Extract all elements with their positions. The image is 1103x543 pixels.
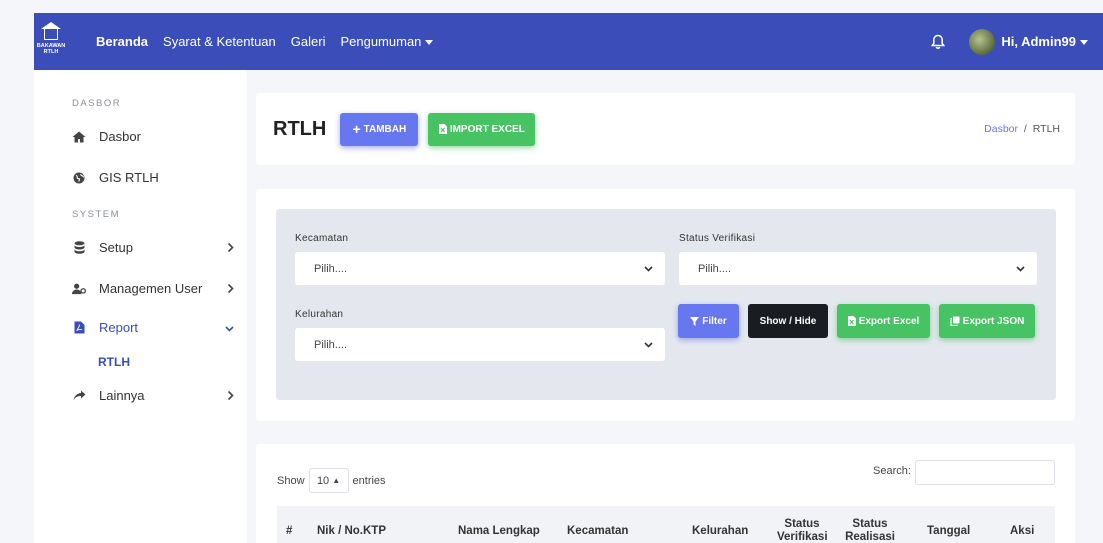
entries-length-value: 10 bbox=[316, 474, 330, 487]
column-header-tanggal[interactable]: Tanggal bbox=[927, 525, 970, 538]
brand-line2: RTLH bbox=[43, 48, 59, 55]
chevron-down-icon bbox=[225, 320, 234, 335]
kecamatan-label: Kecamatan bbox=[295, 233, 349, 244]
bell-icon[interactable] bbox=[931, 34, 946, 50]
kelurahan-select-value: Pilih.... bbox=[314, 338, 348, 351]
brand-logo[interactable]: BAKAWAN RTLH bbox=[34, 13, 68, 70]
entries-label: entries bbox=[352, 474, 386, 487]
user-menu[interactable]: Hi, Admin99 bbox=[1001, 34, 1088, 49]
top-navbar: BAKAWAN RTLH Beranda Syarat & Ketentuan … bbox=[34, 13, 1103, 70]
sidebar-item-managemen-user[interactable]: Managemen User bbox=[72, 281, 247, 296]
search-input[interactable] bbox=[915, 460, 1055, 485]
sidebar-section-dasbor: DASBOR bbox=[72, 98, 122, 109]
kelurahan-label: Kelurahan bbox=[295, 309, 344, 320]
tambah-button-label: TAMBAH bbox=[363, 123, 407, 135]
table-header: # Nik / No.KTP Nama Lengkap Kecamatan Ke… bbox=[277, 506, 1055, 543]
share-icon bbox=[72, 389, 86, 403]
filter-button[interactable]: Filter bbox=[678, 304, 739, 338]
nav-pengumuman-label: Pengumuman bbox=[340, 34, 422, 49]
nav-right: Hi, Admin99 bbox=[931, 28, 1103, 55]
filter-button-label: Filter bbox=[702, 315, 727, 327]
plus-icon: + bbox=[352, 121, 361, 137]
home-icon bbox=[72, 130, 86, 144]
sidebar-item-dasbor[interactable]: Dasbor bbox=[72, 129, 247, 144]
show-hide-button[interactable]: Show / Hide bbox=[748, 304, 828, 338]
show-hide-label: Show / Hide bbox=[759, 315, 817, 327]
sidebar: DASBOR Dasbor GIS RTLH SYSTEM Setup Mana… bbox=[34, 70, 247, 543]
breadcrumb-current: RTLH bbox=[1032, 123, 1060, 135]
globe-icon bbox=[72, 171, 86, 185]
database-icon bbox=[72, 241, 86, 255]
entries-length-select[interactable]: 10 ▲︎ bbox=[308, 468, 349, 493]
export-json-button[interactable]: Export JSON bbox=[939, 304, 1035, 338]
filter-panel: Kecamatan Pilih.... Status Verifikasi Pi… bbox=[276, 209, 1056, 400]
column-header-kecamatan[interactable]: Kecamatan bbox=[567, 525, 628, 538]
sidebar-item-gis-label: GIS RTLH bbox=[99, 170, 159, 185]
sidebar-item-lainnya-label: Lainnya bbox=[99, 388, 145, 403]
breadcrumb-separator: / bbox=[1023, 123, 1027, 135]
column-header-status-verifikasi[interactable]: Status Verifikasi bbox=[777, 518, 828, 543]
sort-updown-icon: ▲︎ bbox=[332, 476, 341, 485]
kecamatan-select[interactable]: Pilih.... bbox=[295, 252, 665, 285]
column-header-kelurahan[interactable]: Kelurahan bbox=[692, 525, 748, 538]
status-verifikasi-select[interactable]: Pilih.... bbox=[679, 252, 1037, 285]
user-name: Hi, Admin99 bbox=[1001, 34, 1076, 49]
nav-syarat-ketentuan[interactable]: Syarat & Ketentuan bbox=[163, 34, 276, 49]
chevron-right-icon bbox=[227, 240, 234, 255]
chevron-down-icon bbox=[644, 339, 653, 351]
copy-icon bbox=[950, 316, 960, 326]
column-header-aksi[interactable]: Aksi bbox=[1010, 525, 1034, 538]
chevron-down-icon bbox=[644, 263, 653, 275]
page-header-card: RTLH + TAMBAH IMPORT EXCEL Dasbor / RTLH bbox=[256, 93, 1075, 165]
chevron-down-icon bbox=[1016, 263, 1025, 275]
show-entries: Show 10 ▲︎ entries bbox=[277, 468, 386, 493]
house-icon bbox=[41, 21, 61, 40]
file-pdf-icon bbox=[72, 321, 86, 335]
sidebar-item-dasbor-label: Dasbor bbox=[99, 129, 141, 144]
column-header-number[interactable]: # bbox=[286, 525, 292, 538]
chevron-right-icon bbox=[227, 388, 234, 403]
breadcrumb: Dasbor / RTLH bbox=[984, 123, 1060, 135]
file-excel-icon bbox=[847, 316, 856, 326]
export-excel-label: Export Excel bbox=[858, 315, 920, 327]
filter-card: Kecamatan Pilih.... Status Verifikasi Pi… bbox=[256, 189, 1075, 421]
sidebar-section-system: SYSTEM bbox=[72, 209, 121, 220]
column-header-status-realisasi[interactable]: Status Realisasi bbox=[845, 518, 895, 543]
import-excel-label: IMPORT EXCEL bbox=[449, 123, 525, 135]
breadcrumb-dasbor[interactable]: Dasbor bbox=[984, 123, 1018, 135]
column-header-nik[interactable]: Nik / No.KTP bbox=[317, 525, 386, 538]
column-header-nama[interactable]: Nama Lengkap bbox=[458, 525, 540, 538]
sidebar-item-setup[interactable]: Setup bbox=[72, 240, 247, 255]
nav-pengumuman[interactable]: Pengumuman bbox=[340, 34, 434, 49]
nav-galeri[interactable]: Galeri bbox=[291, 34, 326, 49]
avatar[interactable] bbox=[969, 28, 996, 55]
status-verifikasi-select-value: Pilih.... bbox=[698, 262, 732, 275]
sidebar-item-lainnya[interactable]: Lainnya bbox=[72, 388, 247, 403]
filter-icon bbox=[690, 316, 700, 326]
kecamatan-select-value: Pilih.... bbox=[314, 262, 348, 275]
sidebar-item-managemen-user-label: Managemen User bbox=[99, 281, 203, 296]
status-verifikasi-label: Status Verifikasi bbox=[679, 233, 756, 244]
chevron-right-icon bbox=[227, 281, 234, 296]
sidebar-item-setup-label: Setup bbox=[99, 240, 133, 255]
sidebar-item-report[interactable]: Report bbox=[72, 320, 247, 335]
file-excel-icon bbox=[438, 124, 447, 134]
export-excel-button[interactable]: Export Excel bbox=[837, 304, 930, 338]
export-json-label: Export JSON bbox=[962, 315, 1025, 327]
sidebar-item-report-label: Report bbox=[99, 320, 139, 335]
caret-down-icon bbox=[1080, 40, 1088, 46]
caret-down-icon bbox=[425, 40, 434, 46]
user-cog-icon bbox=[72, 282, 86, 296]
import-excel-button[interactable]: IMPORT EXCEL bbox=[428, 112, 536, 146]
nav-beranda[interactable]: Beranda bbox=[96, 34, 148, 49]
show-label: Show bbox=[277, 474, 305, 487]
page-title: RTLH bbox=[273, 117, 327, 140]
sidebar-subitem-rtlh[interactable]: RTLH bbox=[98, 355, 130, 369]
tambah-button[interactable]: + TAMBAH bbox=[340, 112, 419, 146]
sidebar-item-gis-rtlh[interactable]: GIS RTLH bbox=[72, 170, 247, 185]
search-label: Search: bbox=[873, 465, 911, 477]
kelurahan-select[interactable]: Pilih.... bbox=[295, 328, 665, 361]
table-card: Show 10 ▲︎ entries Search: # Nik / No.KT… bbox=[256, 444, 1075, 543]
